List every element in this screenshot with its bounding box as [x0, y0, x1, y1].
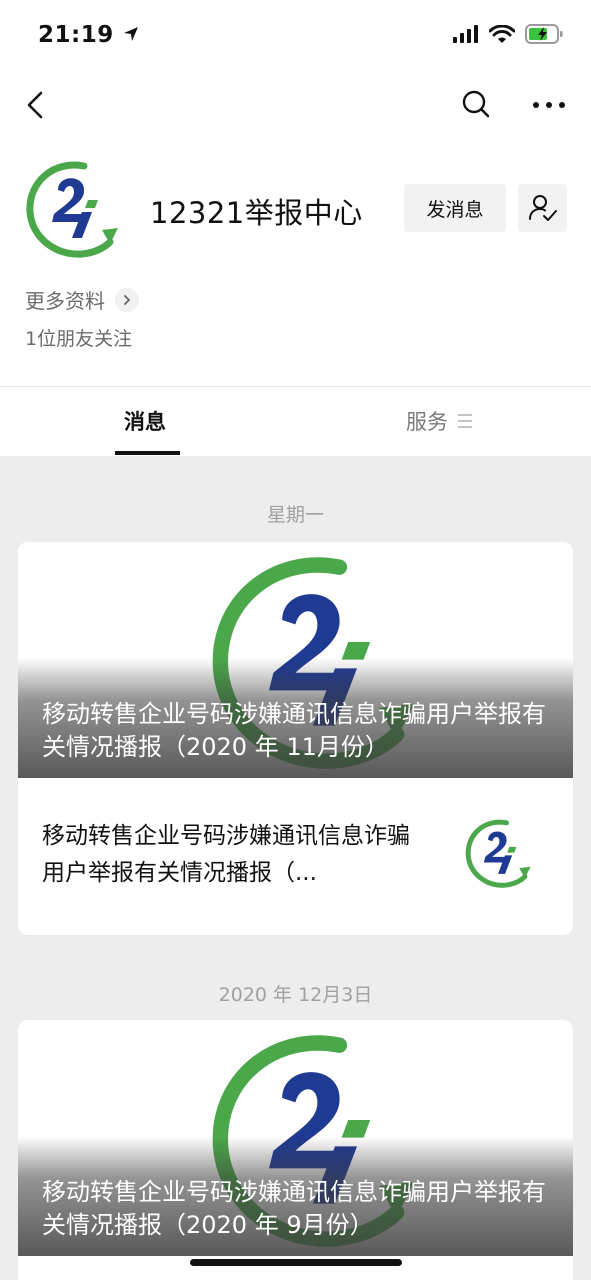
article-cover-title: 移动转售企业号码涉嫌通讯信息诈骗用户举报有关情况播报（2020 年 9月份） — [42, 1178, 546, 1239]
followers-count: 1位朋友关注 — [25, 328, 133, 350]
status-time-text: 21:19 — [38, 22, 114, 48]
battery-charging-icon — [525, 24, 563, 44]
tab-services-label: 服务 — [406, 410, 448, 434]
account-name: 12321举报中心 — [150, 196, 363, 230]
article-sub-title: 移动转售企业号码涉嫌通讯信息诈骗用户举报有关情况播报（... — [42, 823, 410, 886]
article-sub-item[interactable]: 移动转售企业号码涉嫌通讯信息诈骗用户举报有关情况播报（... — [18, 778, 573, 935]
article-card[interactable]: 移动转售企业号码涉嫌通讯信息诈骗用户举报有关情况播报（2020 年 9月份） — [18, 1020, 573, 1280]
status-icons — [453, 24, 563, 44]
article-cover-title: 移动转售企业号码涉嫌通讯信息诈骗用户举报有关情况播报（2020 年 11月份） — [42, 700, 546, 761]
more-info-label: 更多资料 — [25, 289, 105, 313]
article-cover[interactable]: 移动转售企业号码涉嫌通讯信息诈骗用户举报有关情况播报（2020 年 9月份） — [18, 1020, 573, 1256]
search-button[interactable] — [460, 88, 492, 120]
tab-bar — [0, 386, 591, 456]
account-avatar-logo[interactable] — [24, 160, 120, 260]
home-indicator[interactable] — [190, 1259, 402, 1266]
date-separator: 2020 年 12月3日 — [218, 984, 373, 1006]
status-time: 21:19 — [38, 22, 140, 48]
user-check-icon — [528, 195, 557, 221]
cellular-signal-icon — [453, 25, 478, 43]
more-options-button[interactable] — [533, 100, 565, 110]
article-thumbnail-logo — [465, 819, 531, 888]
followed-button[interactable] — [518, 184, 567, 232]
more-dot-icon — [533, 102, 539, 108]
chevron-left-icon — [27, 91, 43, 119]
tab-active-indicator — [115, 451, 180, 455]
more-info-link[interactable]: 更多资料 — [25, 285, 139, 314]
wifi-icon — [489, 24, 515, 43]
back-button[interactable] — [24, 90, 46, 120]
tab-services[interactable]: 服务 — [406, 406, 472, 436]
article-cover[interactable]: 移动转售企业号码涉嫌通讯信息诈骗用户举报有关情况播报（2020 年 11月份） — [18, 542, 573, 778]
more-dot-icon — [559, 102, 565, 108]
location-arrow-icon — [124, 27, 139, 41]
date-separator: 星期一 — [266, 504, 324, 526]
tab-messages[interactable]: 消息 — [124, 406, 166, 436]
article-card[interactable]: 移动转售企业号码涉嫌通讯信息诈骗用户举报有关情况播报（2020 年 11月份） … — [18, 542, 573, 935]
more-dot-icon — [546, 102, 552, 108]
menu-icon — [458, 414, 472, 428]
send-message-button[interactable]: 发消息 — [404, 184, 506, 232]
chevron-right-icon — [115, 287, 139, 312]
search-icon — [462, 90, 490, 118]
